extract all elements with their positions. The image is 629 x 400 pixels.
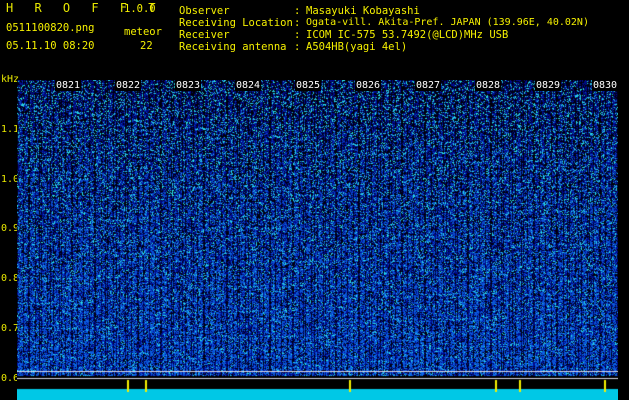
meteor-count: 22 xyxy=(140,40,153,52)
file-name: 0511100820.png xyxy=(6,22,95,34)
time-label-0830: 0830 xyxy=(592,80,619,91)
time-label-0829: 0829 xyxy=(535,80,562,91)
time-label-0827: 0827 xyxy=(415,80,442,91)
info-value-observer: Masayuki Kobayashi xyxy=(306,5,420,17)
info-key-location: Receiving Location xyxy=(179,17,293,29)
time-label-0823: 0823 xyxy=(175,80,202,91)
time-label-0822: 0822 xyxy=(115,80,142,91)
meteor-label: meteor xyxy=(124,26,162,38)
info-key-receiver: Receiver xyxy=(179,29,230,41)
info-sep-2: : xyxy=(294,17,301,29)
info-value-location: Ogata-vill. Akita-Pref. JAPAN (139.96E, … xyxy=(306,17,589,28)
info-sep-4: : xyxy=(294,41,301,53)
time-label-0828: 0828 xyxy=(475,80,502,91)
time-label-0826: 0826 xyxy=(355,80,382,91)
file-datetime: 05.11.10 08:20 xyxy=(6,40,95,52)
info-value-receiver: ICOM IC-575 53.7492(@LCD)MHz USB xyxy=(306,29,509,41)
time-label-0825: 0825 xyxy=(295,80,322,91)
info-value-antenna: A504HB(yagi 4el) xyxy=(306,41,408,53)
time-label-0821: 0821 xyxy=(55,80,82,91)
info-key-observer: Observer xyxy=(179,5,230,17)
time-label-0824: 0824 xyxy=(235,80,262,91)
info-sep-1: : xyxy=(294,5,301,17)
info-sep-3: : xyxy=(294,29,301,41)
info-key-antenna: Receiving antenna xyxy=(179,41,287,53)
app-version: 1.0.0 xyxy=(124,3,156,15)
spectrogram-canvas xyxy=(17,80,618,400)
